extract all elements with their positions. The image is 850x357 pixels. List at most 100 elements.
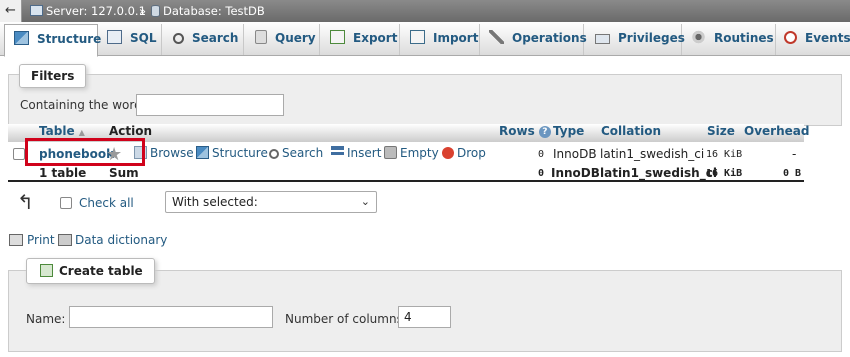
sort-arrow-icon: ▲: [78, 128, 85, 137]
empty-icon: [384, 146, 397, 159]
footer-sum-label: Sum: [109, 166, 139, 180]
containing-word-input[interactable]: [136, 94, 284, 116]
header-size[interactable]: Size: [707, 124, 744, 142]
table-name-input[interactable]: [69, 306, 273, 328]
tab-label: Events: [805, 31, 850, 45]
row-engine: InnoDB: [553, 147, 597, 161]
tab-import[interactable]: Import: [400, 24, 480, 55]
row-checkbox[interactable]: [13, 148, 25, 160]
tab-label: Operations: [512, 31, 587, 45]
tab-label: Routines: [714, 31, 774, 45]
footer-rows: 0: [538, 168, 545, 179]
drop-label: Drop: [457, 146, 486, 160]
check-all-checkbox[interactable]: [60, 197, 72, 209]
search-icon: [269, 149, 279, 159]
tab-query[interactable]: Query: [244, 24, 320, 55]
sql-icon: [107, 30, 122, 44]
drop-action[interactable]: Drop: [442, 146, 486, 160]
create-table-icon: [40, 264, 53, 277]
tab-bar: Structure SQL Search Query Export Import…: [0, 22, 850, 57]
table-footer-row: 1 table Sum 0 InnoDB latin1_swedish_ci 1…: [8, 166, 804, 182]
header-rows-label: Rows: [499, 124, 535, 138]
insert-label: Insert: [347, 146, 382, 160]
with-selected-select[interactable]: With selected: ⌄: [165, 191, 377, 213]
import-icon: [410, 30, 425, 44]
create-table-legend-label: Create table: [59, 264, 143, 278]
privileges-icon: [595, 34, 610, 44]
tab-privileges[interactable]: Privileges: [584, 24, 685, 55]
number-of-columns-input[interactable]: 4: [398, 306, 451, 328]
empty-label: Empty: [400, 146, 439, 160]
data-dictionary-link[interactable]: Data dictionary: [58, 233, 167, 247]
footer-table-count: 1 table: [39, 166, 87, 180]
back-arrow-icon[interactable]: ←: [0, 0, 22, 22]
footer-overhead: 0 B: [783, 168, 802, 179]
row-count: 0: [538, 149, 545, 160]
name-label: Name:: [26, 312, 66, 326]
row-overhead: -: [792, 147, 797, 161]
tab-label: Privileges: [618, 31, 685, 45]
footer-engine: InnoDB: [551, 166, 600, 180]
tab-label: Query: [275, 31, 316, 45]
tab-label: Import: [433, 31, 479, 45]
highlight-box: [25, 138, 145, 166]
breadcrumb-separator: »: [139, 4, 147, 18]
top-breadcrumb-bar: ← Server: 127.0.0.1 » Database: TestDB: [0, 0, 850, 22]
tab-operations[interactable]: Operations: [480, 24, 587, 55]
header-type[interactable]: Type: [553, 124, 601, 142]
query-icon: [255, 30, 267, 44]
tab-sql[interactable]: SQL: [98, 24, 162, 55]
server-icon: [30, 5, 43, 16]
tab-routines[interactable]: Routines: [682, 24, 776, 55]
tab-structure[interactable]: Structure: [4, 24, 102, 57]
insert-action[interactable]: Insert: [331, 146, 381, 160]
database-icon: [151, 5, 160, 17]
footer-size: 16 KiB: [706, 168, 743, 179]
header-rows[interactable]: Rows ?: [494, 124, 553, 142]
row-collation: latin1_swedish_ci: [600, 147, 705, 161]
data-dictionary-icon: [58, 234, 72, 246]
header-action: Action: [108, 124, 494, 142]
print-link[interactable]: Print: [9, 233, 55, 247]
filters-legend: Filters: [19, 64, 87, 88]
header-table-label: Table: [39, 124, 75, 138]
breadcrumb-database[interactable]: Database: TestDB: [163, 4, 265, 18]
tab-search[interactable]: Search: [162, 24, 244, 55]
breadcrumb-server[interactable]: Server: 127.0.0.1: [46, 4, 146, 18]
print-icon: [9, 234, 23, 246]
tab-export[interactable]: Export: [320, 24, 400, 55]
structure-label: Structure: [212, 146, 268, 160]
export-icon: [330, 30, 345, 44]
data-dictionary-label: Data dictionary: [75, 233, 168, 247]
tab-label: Export: [353, 31, 398, 45]
insert-icon: [331, 146, 344, 159]
row-size[interactable]: 16 KiB: [706, 149, 742, 160]
number-of-columns-label: Number of columns:: [285, 312, 407, 326]
containing-word-label: Containing the word:: [20, 98, 146, 112]
chevron-down-icon: ⌄: [360, 195, 370, 208]
print-label: Print: [27, 233, 55, 247]
header-overhead[interactable]: Overhead: [744, 124, 809, 142]
search-label: Search: [282, 146, 324, 160]
check-all-label[interactable]: Check all: [79, 196, 134, 210]
empty-action[interactable]: Empty: [384, 146, 439, 160]
search-action[interactable]: Search: [269, 146, 323, 160]
bulk-arrow-icon: ↰: [17, 190, 34, 214]
routines-icon: [691, 30, 706, 44]
footer-collation: latin1_swedish_ci: [600, 166, 717, 180]
tab-label: Search: [192, 31, 239, 45]
create-table-legend: Create table: [26, 258, 155, 284]
structure-icon: [196, 146, 209, 159]
tab-label: SQL: [130, 31, 157, 45]
search-icon: [173, 33, 184, 44]
with-selected-value: With selected:: [172, 195, 258, 209]
header-collation[interactable]: Collation: [601, 124, 707, 142]
help-icon[interactable]: ?: [538, 126, 551, 138]
wrench-icon: [489, 30, 504, 44]
structure-icon: [14, 31, 29, 45]
tab-label: Structure: [37, 32, 102, 46]
structure-action[interactable]: Structure: [196, 146, 268, 160]
tab-events[interactable]: Events: [776, 24, 850, 55]
browse-label: Browse: [150, 146, 194, 160]
drop-icon: [442, 147, 454, 159]
